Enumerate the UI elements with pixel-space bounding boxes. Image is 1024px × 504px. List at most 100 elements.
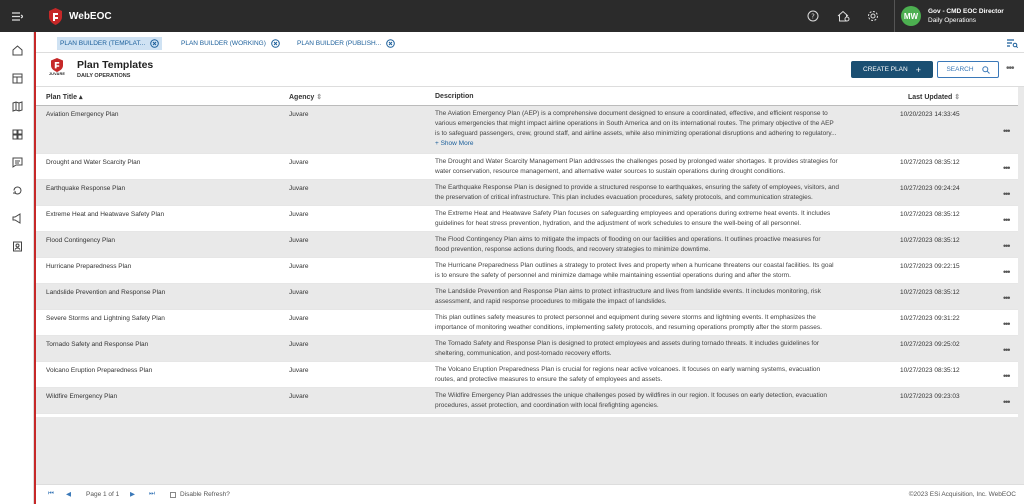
user-info[interactable]: Gov - CMD EOC Director Daily Operations bbox=[928, 7, 1024, 25]
column-header-description: Description bbox=[435, 93, 474, 100]
agency-cell: Juvare bbox=[289, 289, 309, 296]
sort-icon: ⇕ bbox=[316, 94, 323, 101]
search-button[interactable]: SEARCH bbox=[937, 61, 999, 78]
user-role: Daily Operations bbox=[928, 17, 977, 24]
close-icon[interactable] bbox=[386, 39, 395, 48]
contacts-icon[interactable] bbox=[0, 232, 34, 260]
row-actions-icon[interactable]: ••• bbox=[1003, 241, 1011, 251]
table-row[interactable]: Earthquake Response Plan Juvare The Earthq… bbox=[36, 180, 1018, 206]
plan-title-cell[interactable]: Volcano Eruption Preparedness Plan bbox=[46, 367, 152, 374]
row-actions-icon[interactable]: ••• bbox=[1003, 163, 1011, 173]
table-row[interactable]: Landslide Prevention and Response Plan Ju… bbox=[36, 284, 1018, 310]
column-header-agency[interactable]: Agency ⇕ bbox=[289, 93, 322, 101]
row-actions-icon[interactable]: ••• bbox=[1003, 215, 1011, 225]
description-line: This plan outlines safety measures to pr… bbox=[435, 314, 816, 321]
table-row[interactable]: Severe Storms and Lightning Safety Plan J… bbox=[36, 310, 1018, 336]
next-page-icon[interactable]: ▶ bbox=[130, 490, 135, 498]
plan-title-cell[interactable]: Landslide Prevention and Response Plan bbox=[46, 289, 165, 296]
megaphone-icon[interactable] bbox=[0, 204, 34, 232]
checkbox-box[interactable] bbox=[170, 491, 176, 498]
table-row[interactable]: Wildfire Emergency Plan Juvare The Wildfir… bbox=[36, 388, 1018, 414]
row-actions-icon[interactable]: ••• bbox=[1003, 293, 1011, 303]
filter-list-icon[interactable] bbox=[1006, 37, 1018, 49]
table-row[interactable]: Drought and Water Scarcity Plan Juvare The… bbox=[36, 154, 1018, 180]
prev-page-icon[interactable]: ◀ bbox=[66, 490, 71, 498]
tab-plan-builder-published[interactable]: PLAN BUILDER (PUBLISH... bbox=[294, 37, 398, 50]
close-icon[interactable] bbox=[150, 39, 159, 48]
home-icon[interactable] bbox=[0, 36, 34, 64]
description-cell: The Wildfire Emergency Plan addresses th… bbox=[435, 391, 871, 411]
table-row[interactable]: Tornado Safety and Response Plan Juvare Th… bbox=[36, 336, 1018, 362]
description-line: The Earthquake Response Plan is designed… bbox=[435, 184, 839, 191]
plan-title-cell[interactable]: Tornado Safety and Response Plan bbox=[46, 341, 148, 348]
agency-cell: Juvare bbox=[289, 159, 309, 166]
plan-title-cell[interactable]: Drought and Water Scarcity Plan bbox=[46, 159, 140, 166]
description-cell: The Hurricane Preparedness Plan outlines… bbox=[435, 261, 871, 281]
agency-cell: Juvare bbox=[289, 263, 309, 270]
user-name: Gov - CMD EOC Director bbox=[928, 8, 1004, 15]
page-header: JUVARE Plan Templates DAILY OPERATIONS C… bbox=[36, 53, 1024, 87]
chat-icon[interactable] bbox=[0, 148, 34, 176]
table-row[interactable]: Volcano Eruption Preparedness Plan Juvare… bbox=[36, 362, 1018, 388]
disable-refresh-checkbox[interactable]: Disable Refresh? bbox=[170, 491, 230, 498]
menu-collapse-icon[interactable] bbox=[0, 0, 34, 32]
last-updated-cell: 10/27/2023 09:23:03 bbox=[900, 393, 960, 400]
row-actions-icon[interactable]: ••• bbox=[1003, 371, 1011, 381]
divider bbox=[894, 0, 895, 32]
plan-title-cell[interactable]: Flood Contingency Plan bbox=[46, 237, 115, 244]
row-actions-icon[interactable]: ••• bbox=[1003, 345, 1011, 355]
search-label: SEARCH bbox=[946, 66, 974, 73]
copyright: ©2023 ESi Acquisition, Inc. WebEOC bbox=[908, 491, 1016, 498]
first-page-icon[interactable]: ⏮ bbox=[48, 490, 54, 498]
tab-label: PLAN BUILDER (PUBLISH... bbox=[297, 40, 382, 47]
table-row[interactable]: Flood Contingency Plan Juvare The Flood Co… bbox=[36, 232, 1018, 258]
table-row[interactable]: Aviation Emergency Plan Juvare The Aviatio… bbox=[36, 106, 1018, 154]
plan-title-cell[interactable]: Severe Storms and Lightning Safety Plan bbox=[46, 315, 165, 322]
table-row[interactable]: Extreme Heat and Heatwave Safety Plan Juv… bbox=[36, 206, 1018, 232]
description-line: procedures, asset protection, and coordi… bbox=[435, 402, 659, 409]
plan-title-cell[interactable]: Hurricane Preparedness Plan bbox=[46, 263, 131, 270]
avatar[interactable]: MW bbox=[901, 6, 921, 26]
home-settings-icon[interactable] bbox=[832, 5, 854, 27]
row-actions-icon[interactable]: ••• bbox=[1003, 189, 1011, 199]
row-actions-icon[interactable]: ••• bbox=[1003, 319, 1011, 329]
table-row[interactable]: Hurricane Preparedness Plan Juvare The Hur… bbox=[36, 258, 1018, 284]
agency-cell: Juvare bbox=[289, 367, 309, 374]
sort-icon: ⇕ bbox=[954, 94, 961, 101]
plan-title-cell[interactable]: Wildfire Emergency Plan bbox=[46, 393, 117, 400]
close-icon[interactable] bbox=[271, 39, 280, 48]
tab-plan-builder-templates[interactable]: PLAN BUILDER (TEMPLAT... bbox=[57, 37, 163, 50]
app-title: WebEOC bbox=[69, 10, 112, 22]
process-icon[interactable] bbox=[0, 176, 34, 204]
help-icon[interactable]: ? bbox=[802, 5, 824, 27]
last-updated-cell: 10/27/2023 08:35:12 bbox=[900, 289, 960, 296]
map-icon[interactable] bbox=[0, 92, 34, 120]
pager-footer: ⏮ ◀ Page 1 of 1 ▶ ⏭ Disable Refresh? ©20… bbox=[36, 484, 1024, 504]
tab-plan-builder-working[interactable]: PLAN BUILDER (WORKING) bbox=[178, 37, 283, 50]
description-cell: The Extreme Heat and Heatwave Safety Pla… bbox=[435, 209, 871, 229]
last-page-icon[interactable]: ⏭ bbox=[149, 490, 155, 498]
description-cell: The Volcano Eruption Preparedness Plan i… bbox=[435, 365, 871, 385]
show-more-link[interactable]: + Show More bbox=[435, 139, 871, 149]
last-updated-cell: 10/27/2023 08:35:12 bbox=[900, 367, 960, 374]
row-actions-icon[interactable]: ••• bbox=[1003, 267, 1011, 277]
row-actions-icon[interactable]: ••• bbox=[1003, 397, 1011, 407]
page-indicator: Page 1 of 1 bbox=[86, 491, 120, 498]
dashboard-icon[interactable] bbox=[0, 120, 34, 148]
column-header-last-updated[interactable]: Last Updated ⇕ bbox=[908, 93, 960, 101]
more-options-icon[interactable]: ••• bbox=[1006, 63, 1014, 74]
create-plan-button[interactable]: CREATE PLAN + bbox=[851, 61, 933, 78]
boards-icon[interactable] bbox=[0, 64, 34, 92]
description-line: flood prevention, response actions durin… bbox=[435, 246, 711, 253]
plan-title-cell[interactable]: Earthquake Response Plan bbox=[46, 185, 125, 192]
gear-icon[interactable] bbox=[862, 5, 884, 27]
plan-title-cell[interactable]: Aviation Emergency Plan bbox=[46, 111, 119, 118]
tab-label: PLAN BUILDER (TEMPLAT... bbox=[60, 40, 146, 47]
agency-cell: Juvare bbox=[289, 237, 309, 244]
table-header: Plan Title ▴ Agency ⇕ Description Last U… bbox=[36, 87, 1018, 106]
column-header-plan-title[interactable]: Plan Title ▴ bbox=[46, 93, 82, 101]
last-updated-cell: 10/27/2023 08:35:12 bbox=[900, 211, 960, 218]
plan-title-cell[interactable]: Extreme Heat and Heatwave Safety Plan bbox=[46, 211, 164, 218]
page-subtitle: DAILY OPERATIONS bbox=[77, 73, 131, 79]
row-actions-icon[interactable]: ••• bbox=[1003, 126, 1011, 136]
